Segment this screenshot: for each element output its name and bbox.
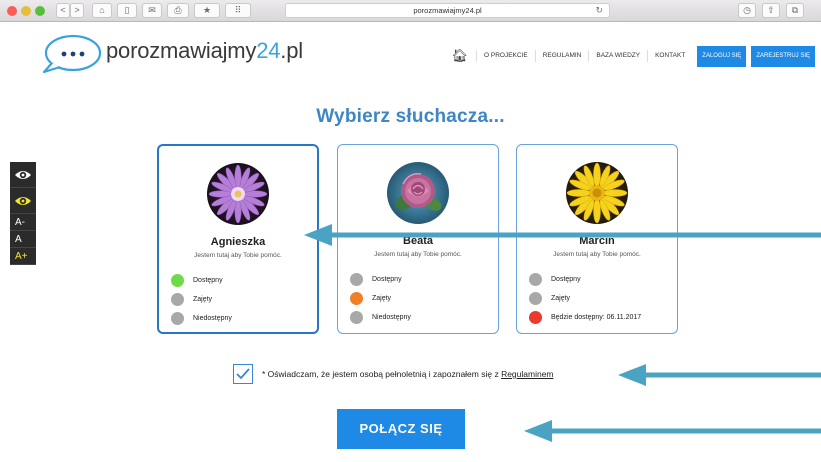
- share-icon[interactable]: ⇧: [762, 3, 780, 18]
- url-text: porozmawiajmy24.pl: [413, 6, 482, 15]
- status-available: Dostępny: [171, 274, 223, 287]
- status-dot: [529, 273, 542, 286]
- nav-item-o-projekcie[interactable]: O PROJEKCIE: [476, 50, 535, 62]
- status-dot: [171, 293, 184, 306]
- listener-card-agnieszka[interactable]: Agnieszka Jestem tutaj aby Tobie pomóc. …: [157, 144, 319, 334]
- back-button[interactable]: <: [56, 3, 70, 18]
- nav-item-kontakt[interactable]: KONTAKT: [647, 50, 692, 62]
- contrast-high-button[interactable]: [10, 188, 36, 214]
- status-available-date: Będzie dostępny: 06.11.2017: [529, 311, 641, 324]
- consent-row: * Oświadczam, że jestem osobą pełnoletni…: [233, 364, 554, 384]
- address-bar[interactable]: porozmawiajmy24.pl ↻: [285, 3, 610, 18]
- eye-icon: [15, 196, 31, 205]
- forward-button[interactable]: >: [70, 3, 84, 18]
- page-title: Wybierz słuchacza...: [316, 106, 505, 127]
- status-dot: [529, 292, 542, 305]
- status-unavailable: Niedostępny: [350, 311, 411, 324]
- page: porozmawiajmy24.pl 🏠︎ O PROJEKCIE REGULA…: [0, 22, 821, 462]
- speech-bubble-icon: [42, 34, 102, 74]
- status-dot: [529, 311, 542, 324]
- status-unavailable: Niedostępny: [171, 312, 232, 325]
- home-icon[interactable]: 🏠︎: [451, 48, 468, 64]
- avatar: [566, 162, 628, 224]
- font-smaller-button[interactable]: A-: [10, 214, 36, 231]
- main-nav: 🏠︎ O PROJEKCIE REGULAMIN BAZA WIEDZY KON…: [451, 45, 815, 67]
- mail-icon[interactable]: ✉: [142, 3, 162, 18]
- nav-item-regulamin[interactable]: REGULAMIN: [534, 50, 589, 62]
- logo-wordmark: porozmawiajmy24.pl: [106, 38, 303, 63]
- font-larger-button[interactable]: A+: [10, 248, 36, 265]
- home-icon[interactable]: ⌂: [92, 3, 112, 18]
- status-available: Dostępny: [350, 273, 402, 286]
- status-busy: Zajęty: [350, 292, 391, 305]
- listener-subtitle: Jestem tutaj aby Tobie pomóc.: [553, 251, 641, 258]
- nav-item-baza-wiedzy[interactable]: BAZA WIEDZY: [588, 50, 647, 62]
- status-dot: [350, 292, 363, 305]
- annotation-arrow: [618, 364, 821, 386]
- status-busy: Zajęty: [171, 293, 212, 306]
- listener-subtitle: Jestem tutaj aby Tobie pomóc.: [374, 251, 462, 258]
- downloads-icon[interactable]: ◷: [738, 3, 756, 18]
- listener-name: Agnieszka: [210, 236, 266, 248]
- accessibility-toolbar: A- A A+: [10, 162, 36, 265]
- status-dot: [171, 274, 184, 287]
- consent-checkbox[interactable]: [233, 364, 253, 384]
- eye-icon: [15, 170, 31, 179]
- close-window-button[interactable]: [7, 6, 17, 16]
- sidebar-icon[interactable]: ▯: [117, 3, 137, 18]
- status-dot: [350, 311, 363, 324]
- reload-icon[interactable]: ↻: [595, 4, 603, 17]
- tabs-icon[interactable]: ⧉: [786, 3, 804, 18]
- status-dot: [350, 273, 363, 286]
- status-busy: Zajęty: [529, 292, 570, 305]
- annotation-arrow: [304, 224, 821, 246]
- browser-toolbar: < > ⌂ ▯ ✉ ⎙ ★ ⠿ porozmawiajmy24.pl ↻ ◷ ⇧…: [0, 0, 821, 22]
- consent-text: * Oświadczam, że jestem osobą pełnoletni…: [262, 369, 554, 379]
- status-dot: [171, 312, 184, 325]
- checkmark-icon: [236, 368, 250, 380]
- avatar: [207, 163, 269, 225]
- annotation-arrow: [524, 420, 821, 442]
- connect-button[interactable]: POŁĄCZ SIĘ: [337, 409, 465, 449]
- regulamin-link[interactable]: Regulaminem: [501, 369, 553, 379]
- register-button[interactable]: ZAREJESTRUJ SIĘ: [751, 45, 815, 67]
- font-normal-button[interactable]: A: [10, 231, 36, 248]
- avatar: [387, 162, 449, 224]
- login-button[interactable]: ZALOGUJ SIĘ: [697, 45, 747, 67]
- contrast-normal-button[interactable]: [10, 162, 36, 188]
- minimize-window-button[interactable]: [21, 6, 31, 16]
- status-available: Dostępny: [529, 273, 581, 286]
- fullscreen-window-button[interactable]: [35, 6, 45, 16]
- listener-subtitle: Jestem tutaj aby Tobie pomóc.: [194, 252, 282, 259]
- grid-icon[interactable]: ⠿: [225, 3, 251, 18]
- bookmark-icon[interactable]: ★: [194, 3, 220, 18]
- print-icon[interactable]: ⎙: [167, 3, 189, 18]
